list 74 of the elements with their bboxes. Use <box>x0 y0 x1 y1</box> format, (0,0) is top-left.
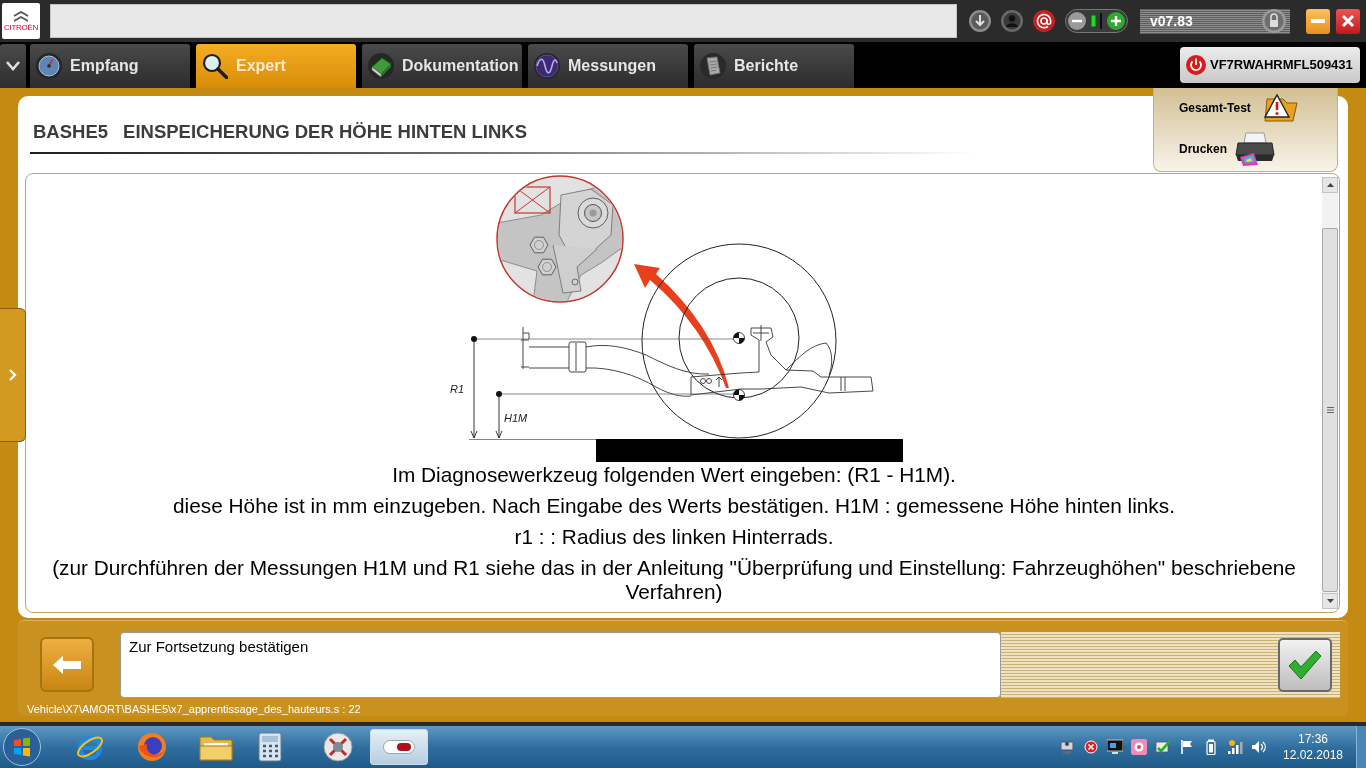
dimension-label: R1 <box>450 383 465 395</box>
clock-date: 12.02.2018 <box>1282 747 1344 763</box>
stepper-control[interactable] <box>1065 9 1128 33</box>
download-icon[interactable] <box>969 10 991 32</box>
arrow-left-icon <box>53 655 81 674</box>
tab[interactable]: Messungen <box>528 44 688 88</box>
wave-icon <box>534 53 560 79</box>
close-icon <box>1341 14 1355 28</box>
check-icon[interactable] <box>1155 739 1171 755</box>
document-icon <box>700 53 726 79</box>
message-box: Zur Fortsetzung bestätigen <box>120 632 1001 698</box>
clock-time: 17:36 <box>1298 731 1328 747</box>
back-button[interactable] <box>40 637 94 692</box>
tab[interactable]: Berichte <box>694 44 854 88</box>
file-path: Vehicle\X7\AMORT\BASHE5\x7_apprentissage_des_hauteurs.s : 22 <box>27 703 361 715</box>
error-icon[interactable] <box>1083 739 1099 755</box>
scroll-down-button[interactable] <box>1322 593 1338 609</box>
confirm-button[interactable] <box>1278 638 1332 692</box>
user-icon[interactable] <box>1001 10 1023 32</box>
signal-icon[interactable] <box>1227 739 1243 755</box>
check-icon <box>1288 650 1322 680</box>
pill-switch-icon <box>383 740 415 754</box>
folder-icon[interactable] <box>199 733 233 761</box>
printer-icon <box>1234 131 1276 167</box>
vehicle-button[interactable]: VF7RWAHRMFL509431 <box>1180 47 1360 83</box>
book-icon <box>368 53 394 79</box>
dimension-label: H1M <box>504 412 528 424</box>
speaker-icon[interactable] <box>1251 739 1267 755</box>
scrollbar-thumb[interactable] <box>1322 228 1338 592</box>
center-mark-icon <box>733 332 745 344</box>
instruction-text: r1 : : Radius des linken Hinterrads. <box>513 525 835 549</box>
taskbar-button[interactable] <box>370 729 428 765</box>
minus-icon[interactable] <box>1068 12 1086 30</box>
caret-down-icon <box>1326 599 1334 603</box>
logo-text: CITROËN <box>4 22 38 32</box>
magnifier-icon <box>202 53 228 79</box>
lock-icon[interactable] <box>1262 9 1286 33</box>
instruction-text: (zur Durchführen der Messungen H1M und R1 siehe das in der Anleitung "Überprüfung und Einstellung: Fahrzeughöhen" beschriebene Verfahren) <box>51 556 1297 604</box>
page-title: EINSPEICHERUNG DER HÖHE HINTEN LINKS <box>123 122 528 142</box>
battery-icon[interactable] <box>1203 739 1219 755</box>
power-icon <box>1186 55 1206 75</box>
minus-icon <box>1311 19 1325 23</box>
network-icon[interactable] <box>1059 739 1075 755</box>
scroll-up-button[interactable] <box>1322 177 1338 193</box>
instruction-text: Im Diagnosewerkzeug folgenden Wert eingeben: (R1 - H1M). <box>391 463 957 487</box>
minimize-button[interactable] <box>1306 8 1330 34</box>
chevron-down-icon <box>6 61 20 71</box>
chevron-right-icon <box>8 369 17 381</box>
caret-up-icon <box>1326 183 1334 187</box>
tool-icon[interactable] <box>322 731 354 763</box>
center-mark-icon <box>733 389 745 401</box>
monitor-icon[interactable] <box>1107 739 1123 755</box>
double-chevron-icon <box>13 10 29 22</box>
close-button[interactable] <box>1336 8 1360 34</box>
start-orb-icon[interactable] <box>3 728 41 766</box>
tab[interactable]: Dokumentation <box>362 44 522 88</box>
tab[interactable]: Empfang <box>30 44 190 88</box>
menu-dropdown-button[interactable] <box>0 44 26 88</box>
page-code: BASHE5 <box>33 122 109 142</box>
calculator-icon[interactable] <box>258 732 282 762</box>
flag-icon[interactable] <box>1179 739 1195 755</box>
instruction-text: diese Höhe ist in mm einzugeben. Nach Eingabe des Werts bestätigen. H1M : gemessene Höhe hinten links. <box>172 494 1176 518</box>
grip-icon <box>1326 407 1334 413</box>
version-label: v07.83 <box>1150 13 1193 29</box>
bar-indicator-icon <box>1089 13 1104 29</box>
warning-icon <box>1263 93 1299 123</box>
at-sign-icon[interactable] <box>1033 10 1055 32</box>
plus-icon[interactable] <box>1107 12 1125 30</box>
tray-app-icon[interactable] <box>1131 739 1147 755</box>
menu-item[interactable]: Drucken <box>1154 129 1337 169</box>
address-field[interactable] <box>50 4 957 38</box>
menu-item[interactable]: Gesamt-Test <box>1154 88 1337 128</box>
globe-browser-icon[interactable] <box>137 732 167 762</box>
gauge-icon <box>36 53 62 79</box>
